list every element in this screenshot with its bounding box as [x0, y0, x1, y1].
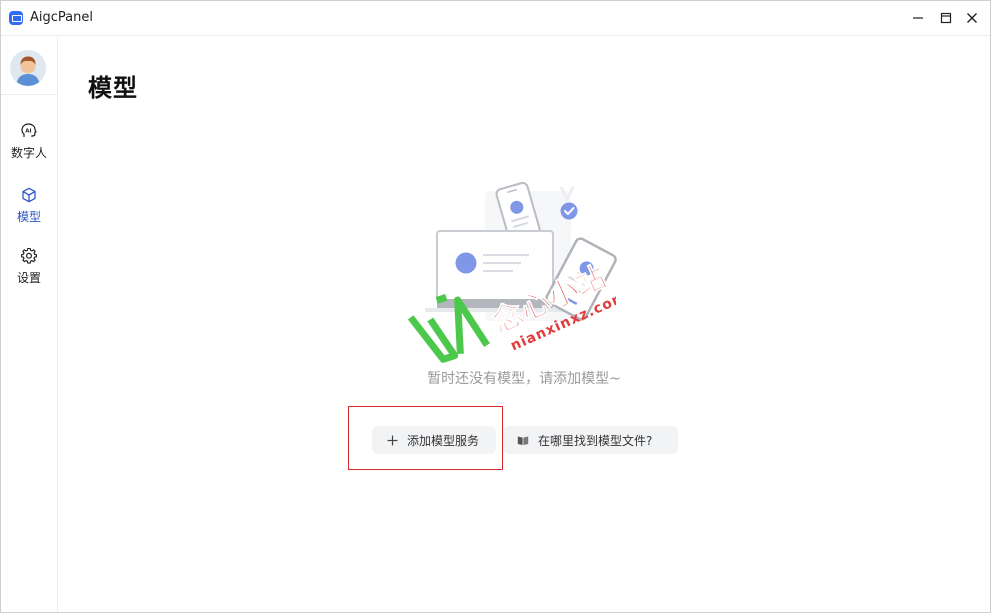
highlight-box	[348, 406, 503, 470]
sidebar-item-model[interactable]: 模型	[1, 187, 57, 239]
sidebar-item-label: 模型	[16, 210, 41, 224]
find-model-files-label: 在哪里找到模型文件?	[538, 433, 653, 448]
user-avatar[interactable]	[10, 50, 46, 86]
window-title: AigcPanel	[30, 10, 93, 25]
svg-text:AI: AI	[25, 128, 31, 134]
title-bar: AigcPanel	[1, 1, 990, 36]
gear-icon	[21, 248, 37, 264]
maximize-button[interactable]	[935, 7, 957, 29]
ai-head-icon: AI	[21, 123, 37, 139]
sidebar-item-label: 设置	[16, 271, 41, 285]
maximize-icon	[940, 12, 952, 24]
app-window: AigcPanel AI 数字人 模型 设置 模型 念心小站 nianxinxz…	[0, 0, 991, 613]
watermark-logo: 念心小站 nianxinxz.com	[407, 259, 616, 363]
app-logo-icon	[9, 11, 23, 25]
book-icon	[517, 434, 529, 446]
sidebar-item-digital-human[interactable]: AI 数字人	[1, 123, 57, 175]
sidebar-item-label: 数字人	[10, 146, 47, 160]
minimize-icon	[913, 17, 923, 19]
avatar-icon	[10, 50, 46, 86]
close-button[interactable]	[961, 7, 983, 29]
find-model-files-button[interactable]: 在哪里找到模型文件?	[503, 426, 678, 454]
empty-state-message: 暂时还没有模型，请添加模型~	[427, 371, 621, 387]
sidebar-divider	[1, 94, 57, 95]
cube-icon	[21, 187, 37, 203]
sidebar-item-settings[interactable]: 设置	[1, 248, 57, 300]
minimize-button[interactable]	[907, 7, 929, 29]
page-title: 模型	[88, 74, 138, 102]
sidebar: AI 数字人 模型 设置	[1, 37, 58, 612]
close-icon	[967, 13, 977, 23]
